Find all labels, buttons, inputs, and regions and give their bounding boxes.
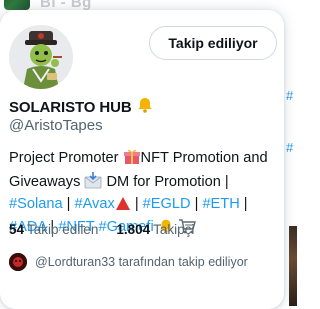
profile-display-name[interactable]: SOLARISTO HUB bbox=[9, 99, 132, 116]
following-count-link[interactable]: 54 Takip edilen bbox=[9, 222, 98, 237]
profile-handle[interactable]: @AristoTapes bbox=[9, 117, 103, 134]
bio-text: DM for Promotion | bbox=[102, 173, 229, 190]
background-hashtag: # bbox=[286, 140, 294, 155]
bio-separator: | bbox=[62, 196, 75, 212]
bio-text: NFT Promotion and bbox=[140, 150, 268, 166]
gift-icon bbox=[123, 148, 141, 172]
bio-separator: | bbox=[239, 196, 248, 212]
following-count: 54 bbox=[9, 222, 25, 237]
background-thumbnail bbox=[4, 0, 30, 10]
bio-separator: | bbox=[130, 196, 143, 212]
bio-separator: | bbox=[190, 196, 203, 212]
following-label: Takip edilen bbox=[27, 222, 99, 237]
followed-by-row[interactable]: @Lordturan33 tarafından takip ediliyor bbox=[9, 253, 248, 271]
followers-label: Takipçi bbox=[153, 222, 195, 237]
bio-text: Giveaways bbox=[9, 173, 85, 190]
envelope-icon bbox=[84, 171, 102, 196]
bio-line: Project Promoter NFT Promotion and bbox=[9, 148, 281, 172]
followers-count: 1.804 bbox=[116, 222, 151, 237]
hashtag-link[interactable]: #Solana bbox=[9, 196, 63, 212]
background-image bbox=[289, 226, 297, 306]
background-hashtag: # bbox=[286, 88, 294, 103]
profile-name-row: SOLARISTO HUB bbox=[9, 96, 154, 119]
profile-hover-card: Takip ediliyor SOLARISTO HUB @AristoTape… bbox=[0, 10, 284, 309]
triangle-icon bbox=[115, 196, 131, 218]
profile-stats: 54 Takip edilen 1.804 Takipçi bbox=[9, 222, 194, 237]
followed-by-text: @Lordturan33 tarafından takip ediliyor bbox=[35, 255, 248, 269]
bio-line: #Solana | #Avax | #EGLD | #ETH | bbox=[9, 195, 281, 218]
hashtag-link[interactable]: #EGLD bbox=[143, 196, 191, 212]
bell-icon bbox=[136, 96, 154, 119]
hashtag-link[interactable]: #ETH bbox=[202, 196, 239, 212]
background-right-column: # # bbox=[283, 0, 297, 309]
bio-text: Project Promoter bbox=[9, 150, 123, 166]
profile-avatar[interactable] bbox=[9, 25, 73, 89]
followers-count-link[interactable]: 1.804 Takipçi bbox=[116, 222, 194, 237]
following-button[interactable]: Takip ediliyor bbox=[149, 26, 277, 60]
bio-line: Giveaways DM for Promotion | bbox=[9, 171, 281, 196]
follower-avatar bbox=[9, 253, 27, 271]
hashtag-link[interactable]: #Avax bbox=[74, 196, 114, 212]
